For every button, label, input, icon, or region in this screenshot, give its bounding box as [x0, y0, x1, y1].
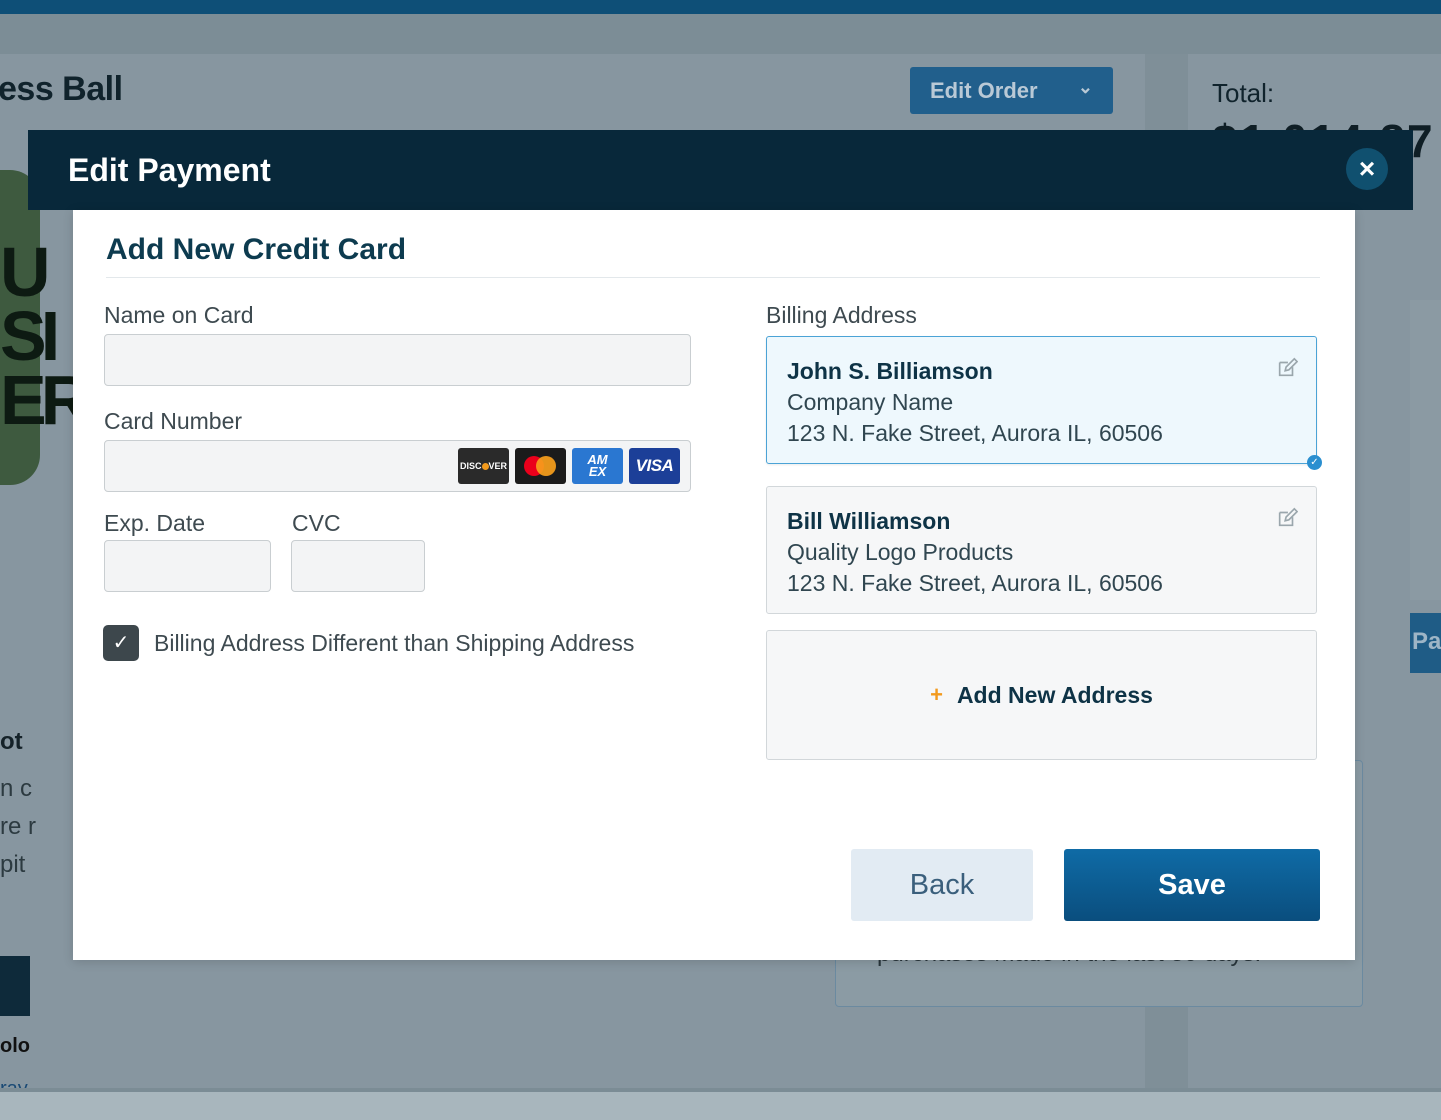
address-card[interactable]: Bill Williamson Quality Logo Products 12…: [766, 486, 1317, 614]
amex-logo-icon: AM EX: [572, 448, 623, 484]
discover-logo-icon: DISC VER: [458, 448, 509, 484]
address-company: Company Name: [787, 389, 954, 415]
add-new-address-label: Add New Address: [956, 681, 1153, 708]
card-number-label: Card Number: [104, 408, 243, 434]
cvc-label: CVC: [292, 510, 341, 536]
note-line: pit: [0, 851, 26, 878]
note-line: n c: [0, 775, 33, 802]
checkmark-icon: ✓: [112, 632, 130, 654]
visa-logo-icon: VISA: [629, 448, 680, 484]
save-button[interactable]: Save: [1064, 849, 1320, 921]
address-card-selected[interactable]: John S. Billiamson Company Name 123 N. F…: [766, 336, 1322, 470]
note-line: re r: [0, 813, 36, 840]
modal-body: Add New Credit Card Name on Card Card Nu…: [73, 210, 1355, 960]
edit-order-button[interactable]: Edit Order ⌄: [910, 67, 1113, 114]
name-on-card-label: Name on Card: [104, 302, 254, 328]
chevron-down-icon: ⌄: [1077, 77, 1093, 97]
edit-icon[interactable]: [1276, 357, 1298, 379]
note-lines: n c re r pit: [0, 770, 36, 884]
top-nav-bar: [0, 0, 1441, 14]
product-title: ess Ball: [0, 70, 123, 108]
page-band: [0, 14, 1441, 54]
add-new-address-button[interactable]: + Add New Address: [766, 630, 1317, 760]
cvc-input[interactable]: [291, 540, 425, 592]
selected-check-icon: ✓: [1307, 455, 1322, 470]
close-icon: ×: [1358, 153, 1376, 184]
section-title: Add New Credit Card: [106, 233, 407, 266]
mastercard-logo-icon: [515, 448, 566, 484]
billing-different-checkbox[interactable]: ✓: [103, 625, 139, 661]
address-street: 123 N. Fake Street, Aurora IL, 60506: [787, 420, 1163, 446]
edit-order-label: Edit Order: [930, 78, 1038, 103]
billing-different-label: Billing Address Different than Shipping …: [154, 630, 635, 656]
address-street: 123 N. Fake Street, Aurora IL, 60506: [787, 570, 1163, 596]
section-divider: [106, 277, 1320, 278]
modal-header: Edit Payment ×: [28, 130, 1413, 210]
address-name: John S. Billiamson: [787, 358, 993, 384]
total-label: Total:: [1212, 78, 1275, 108]
address-company: Quality Logo Products: [787, 539, 1014, 565]
note-title: ot: [0, 728, 23, 755]
plus-icon: +: [930, 682, 943, 707]
back-button[interactable]: Back: [851, 849, 1033, 921]
dark-strip: [0, 956, 30, 1016]
side-pay-button[interactable]: Pa: [1410, 613, 1441, 673]
bottom-bar: [0, 1088, 1441, 1120]
close-button[interactable]: ×: [1346, 148, 1388, 190]
color-label: olo: [0, 1035, 30, 1057]
modal-title: Edit Payment: [68, 152, 271, 188]
billing-address-label: Billing Address: [766, 302, 917, 328]
address-name: Bill Williamson: [787, 508, 951, 534]
exp-date-label: Exp. Date: [104, 510, 205, 536]
card-brand-logos: DISC VER AM EX VISA: [458, 448, 680, 484]
edit-icon[interactable]: [1276, 507, 1298, 529]
side-list: [1410, 300, 1441, 600]
exp-date-input[interactable]: [104, 540, 271, 592]
name-on-card-input[interactable]: [104, 334, 691, 386]
